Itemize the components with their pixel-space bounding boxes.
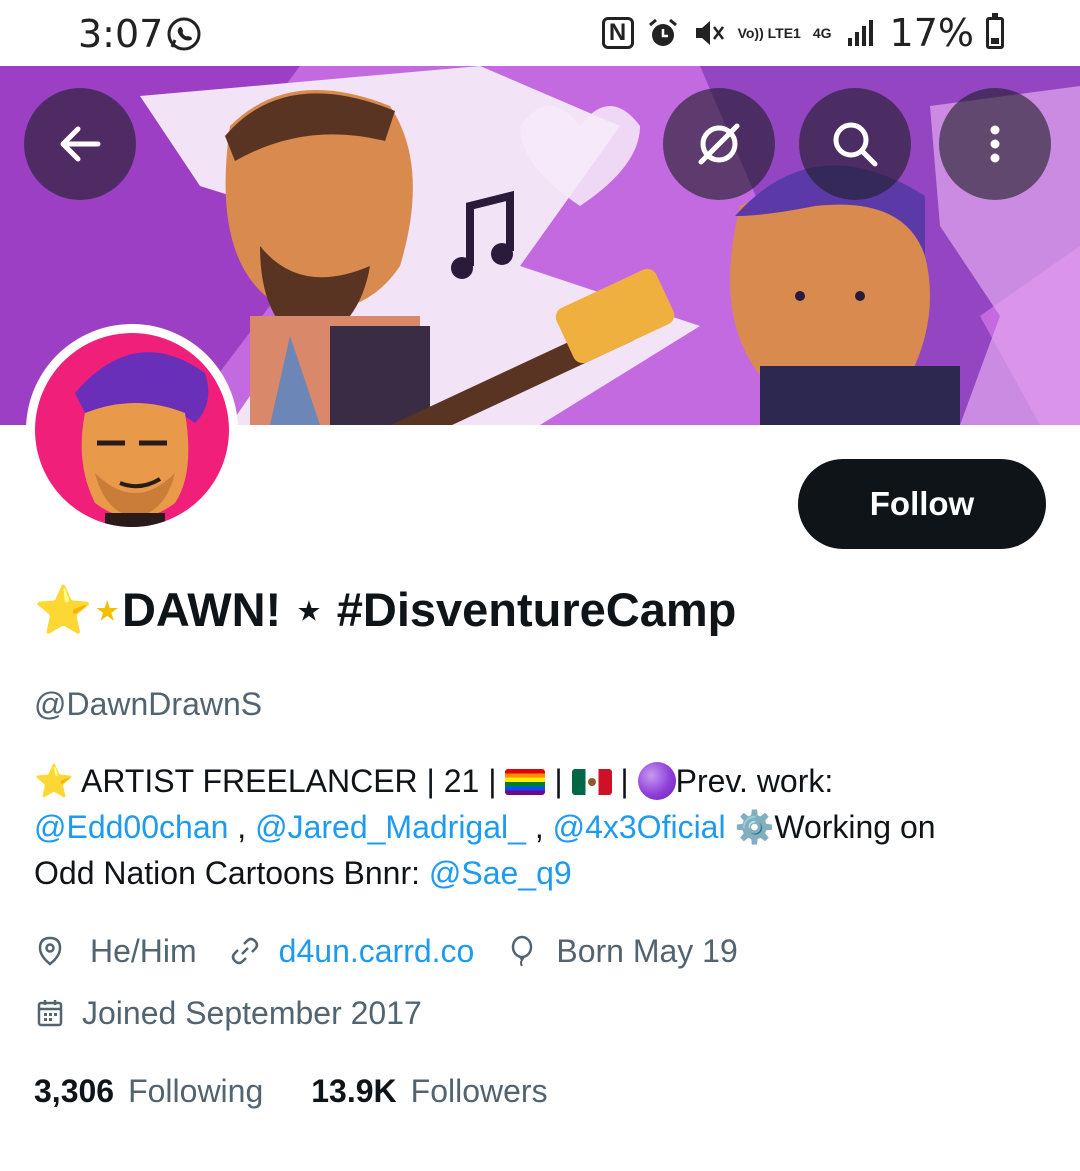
birthday-text: Born May 19: [556, 932, 738, 969]
mention-link[interactable]: @Jared_Madrigal_: [255, 809, 526, 845]
back-button[interactable]: [24, 88, 136, 200]
follow-button[interactable]: Follow: [798, 459, 1046, 549]
grok-button[interactable]: [663, 88, 775, 200]
website-link[interactable]: d4un.carrd.co: [279, 933, 475, 970]
avatar[interactable]: [26, 324, 238, 536]
mute-icon: [695, 21, 724, 45]
display-name-prefix: ⭐⋆: [34, 583, 122, 636]
purple-circle-icon: [637, 762, 676, 800]
bio-text: Odd Nation Cartoons Bnnr:: [34, 855, 429, 891]
bio-text: ⭐ ARTIST FREELANCER | 21 |: [34, 763, 506, 799]
status-time: 3:07: [78, 12, 164, 56]
more-vertical-icon: [990, 125, 1000, 163]
signal-icon: [847, 20, 873, 46]
mexico-flag-icon: [571, 769, 612, 795]
pronouns-text: He/Him: [90, 932, 197, 969]
mention-link[interactable]: @4x3Oficial: [553, 809, 726, 845]
balloon-icon: [512, 935, 533, 967]
avatar-image: [35, 333, 229, 527]
bio-text: Prev. work:: [675, 763, 834, 799]
search-button[interactable]: [799, 88, 911, 200]
display-name: ⭐⋆DAWN! ⋆ #DisventureCamp: [34, 582, 736, 638]
profile-handle: @DawnDrawnS: [34, 686, 263, 722]
following-count: 3,306: [34, 1072, 115, 1109]
bio-text: Working on: [774, 809, 936, 845]
search-icon: [833, 122, 878, 167]
battery-icon: [986, 13, 1004, 49]
gear-icon: ⚙️: [725, 809, 775, 845]
birthday-item: Born May 19: [506, 932, 738, 970]
mention-link[interactable]: @Sae_q9: [429, 855, 572, 891]
followers-link[interactable]: 13.9K Followers: [311, 1073, 547, 1110]
alarm-icon: [648, 18, 677, 46]
grok-icon: [698, 123, 740, 165]
joined-text: Joined September 2017: [82, 994, 422, 1031]
more-options-button[interactable]: [939, 88, 1051, 200]
network-type-icon: 4G: [812, 25, 832, 41]
following-label: Following: [128, 1072, 264, 1109]
joined-date: Joined September 2017: [34, 990, 422, 1036]
website-item[interactable]: d4un.carrd.co: [229, 933, 475, 970]
bio-separator: |: [611, 763, 638, 799]
link-icon: [231, 937, 258, 965]
profile-meta: He/Him d4un.carrd.co Born May 19: [34, 928, 738, 974]
followers-count: 13.9K: [311, 1072, 397, 1109]
location-pin-icon: [38, 936, 62, 966]
display-name-text: DAWN! ⋆ #DisventureCamp: [121, 583, 737, 636]
bio-separator: ,: [525, 809, 553, 845]
bio-separator: |: [545, 763, 572, 799]
follow-stats: 3,306 Following 13.9K Followers: [34, 1068, 548, 1114]
profile-bio: ⭐ ARTIST FREELANCER | 21 | | | Prev. wor…: [34, 758, 1044, 896]
battery-percent: 17%: [889, 11, 974, 55]
back-arrow-icon: [60, 126, 101, 162]
status-bar: 3:07 N Vo)) LTE1 4G 17%: [0, 0, 1080, 66]
whatsapp-icon: [167, 17, 201, 51]
pronouns-item: He/Him: [34, 933, 197, 970]
followers-label: Followers: [410, 1072, 548, 1109]
bio-separator: ,: [228, 809, 256, 845]
following-link[interactable]: 3,306 Following: [34, 1073, 263, 1110]
calendar-icon: [37, 1000, 63, 1027]
volte-icon: Vo)) LTE1: [737, 25, 801, 41]
mention-link[interactable]: @Edd00chan: [34, 809, 228, 845]
nfc-icon: N: [601, 17, 634, 49]
rainbow-flag-icon: [505, 769, 546, 795]
